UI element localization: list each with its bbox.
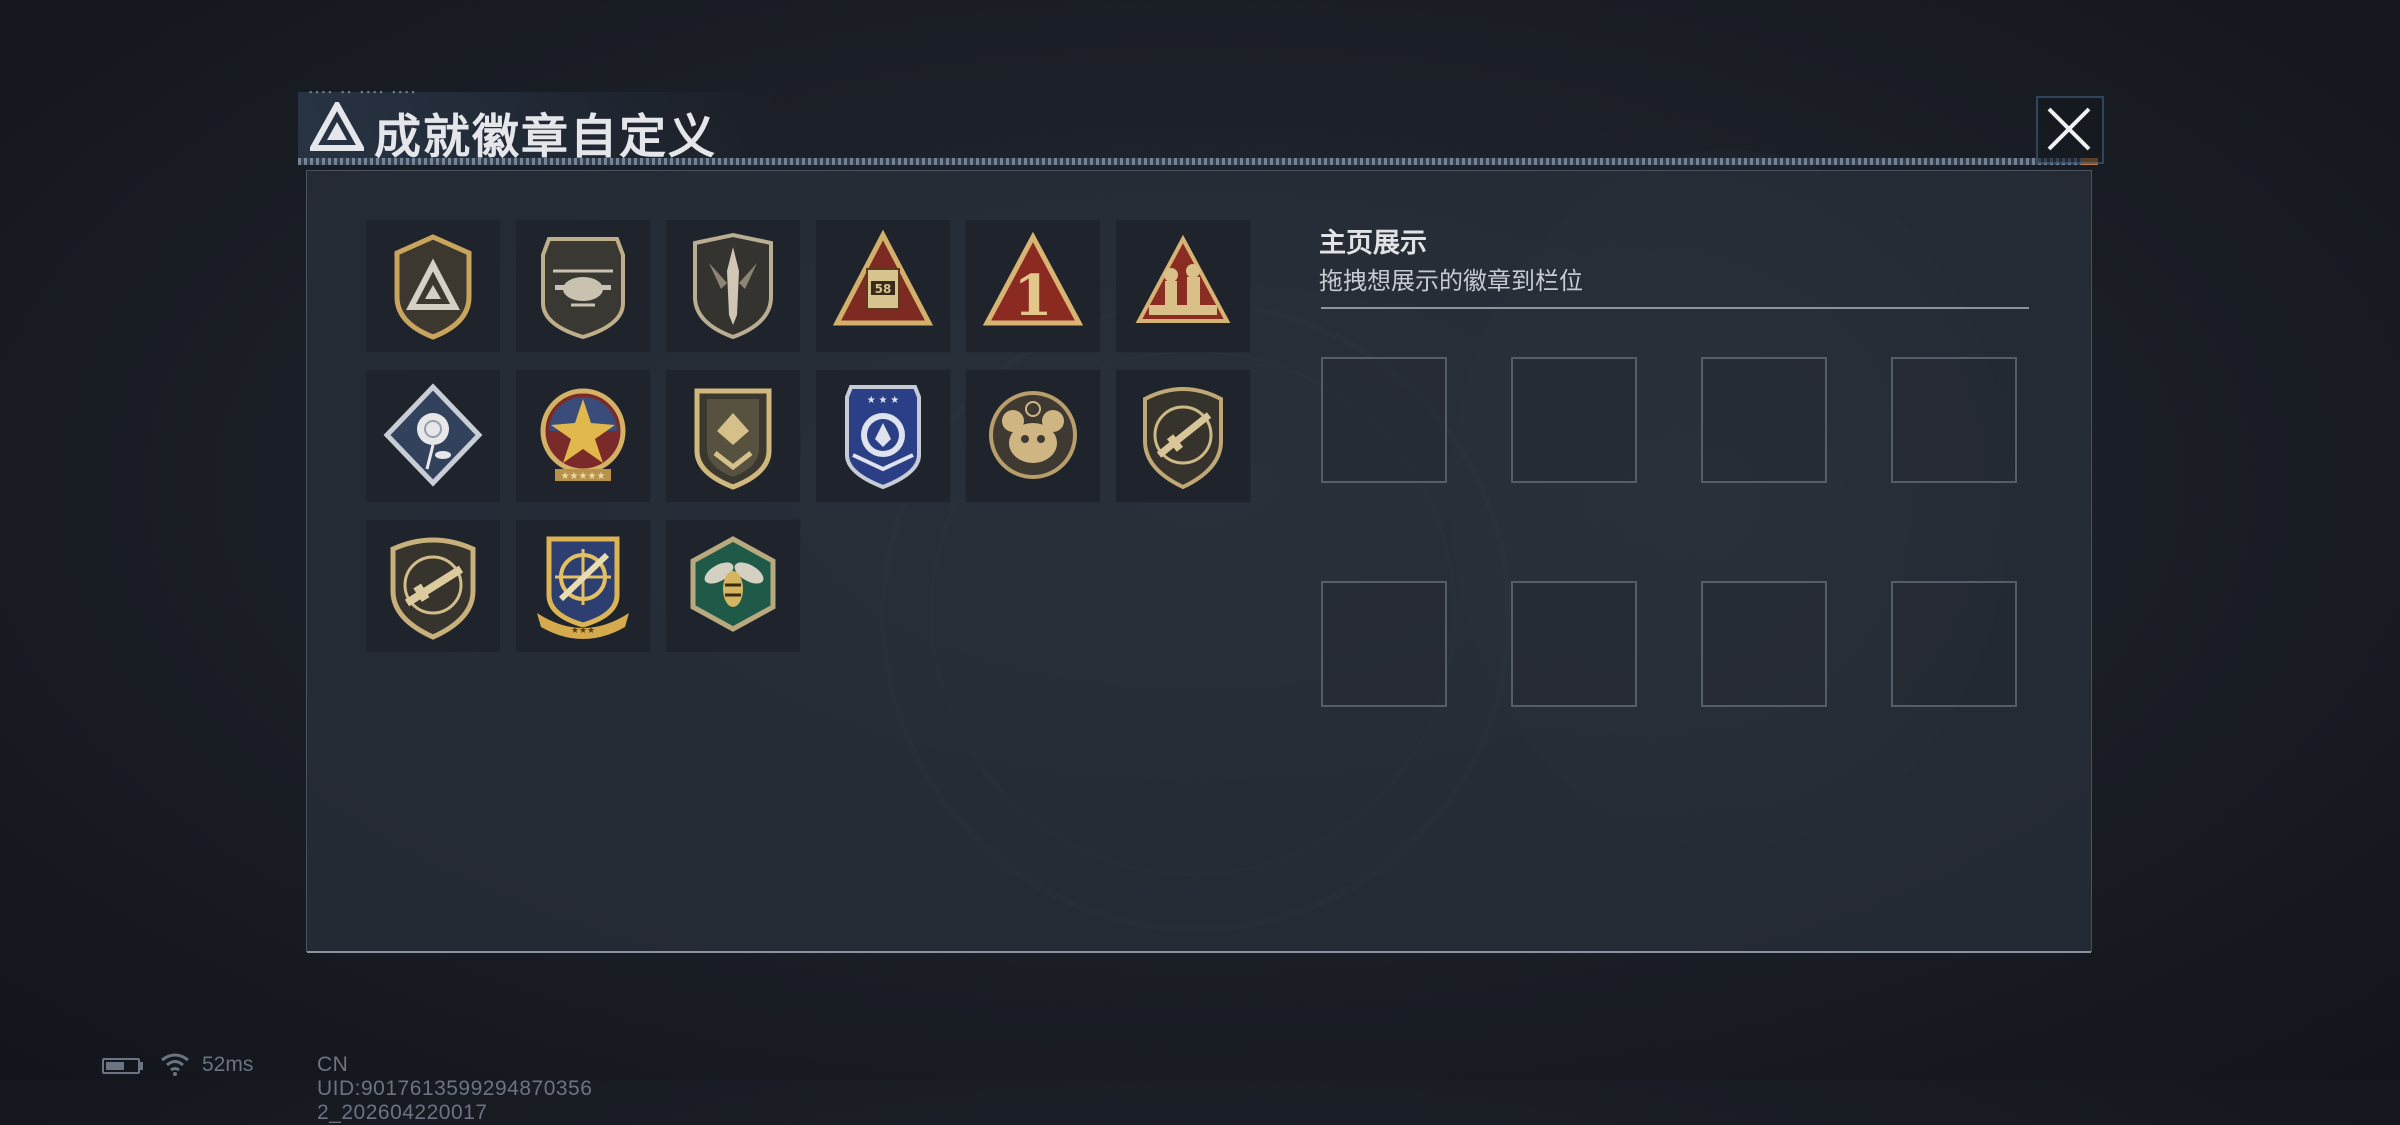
ping-label: 52ms <box>202 1053 254 1076</box>
crosshair-ribbon-badge-icon: ★★★ <box>537 536 629 639</box>
dialog-header: ▪▪▪▪ ▪▪ ▪▪▪▪ ▪▪▪▪ 成就徽章自定义 <box>298 88 2098 165</box>
svg-text:★ ★ ★: ★ ★ ★ <box>867 395 899 406</box>
rifle-crest-badge-icon <box>1143 387 1223 490</box>
showcase-slot-4[interactable] <box>1891 357 2017 483</box>
badge-bear-skull[interactable] <box>965 369 1101 503</box>
mech-badge-number: 58 <box>875 282 892 296</box>
badge-smg-crest[interactable] <box>365 519 501 653</box>
wifi-icon <box>161 1053 189 1076</box>
decorative-code-text: ▪▪▪▪ ▪▪ ▪▪▪▪ ▪▪▪▪ <box>308 88 417 98</box>
badge-blue-eagle[interactable]: ★ ★ ★ <box>815 369 951 503</box>
badge-helicopter-shield[interactable] <box>515 219 651 353</box>
showcase-slot-7[interactable] <box>1701 581 1827 707</box>
badge-triangle-shield[interactable] <box>365 219 501 353</box>
bear-skull-badge-icon <box>989 391 1077 479</box>
svg-text:★★★★★: ★★★★★ <box>561 471 606 482</box>
triangle-logo-icon <box>310 102 364 151</box>
badge-dagger-shield[interactable] <box>665 219 801 353</box>
badge-hornet-hexagon[interactable] <box>665 519 801 653</box>
rose-diamond-badge-icon <box>383 383 483 487</box>
star-compass-badge-icon: ★★★★★ <box>540 388 626 482</box>
badge-crosshair-ribbon[interactable]: ★★★ <box>515 519 651 653</box>
badge-soldiers-triangle[interactable] <box>1115 219 1251 353</box>
number-one-triangle-badge-icon: 1 <box>982 231 1084 329</box>
panel-bottom-line <box>307 951 2091 953</box>
close-button[interactable] <box>2036 96 2104 164</box>
showcase-slot-3[interactable] <box>1701 357 1827 483</box>
badge-customize-panel: 58 1 ★★★★★ ★ ★ ★ ★★★ 主页展示 拖拽想展示的徽章到栏位 <box>306 170 2092 953</box>
triangle-shield-badge-icon <box>394 234 472 340</box>
header-stripe <box>298 158 2098 165</box>
soldiers-triangle-badge-icon <box>1135 234 1231 323</box>
badge-number-one-triangle[interactable]: 1 <box>965 219 1101 353</box>
dagger-shield-badge-icon <box>693 232 773 340</box>
close-icon <box>2047 107 2091 151</box>
battery-tip <box>140 1062 143 1070</box>
blue-eagle-badge-icon: ★ ★ ★ <box>845 385 921 490</box>
smg-crest-badge-icon <box>390 537 476 640</box>
number-one-text: 1 <box>1014 263 1053 329</box>
svg-text:★★★: ★★★ <box>571 625 595 635</box>
showcase-slot-8[interactable] <box>1891 581 2017 707</box>
showcase-subtitle: 拖拽想展示的徽章到栏位 <box>1319 268 1583 295</box>
showcase-divider <box>1321 307 2029 309</box>
mech-triangle-badge-icon: 58 <box>832 229 934 326</box>
showcase-slot-5[interactable] <box>1321 581 1447 707</box>
hornet-hexagon-badge-icon <box>690 536 776 632</box>
battery-icon <box>102 1058 140 1074</box>
showcase-slot-2[interactable] <box>1511 357 1637 483</box>
uid-label: CN UID:9017613599294870356​2_20260422001… <box>317 1053 593 1124</box>
showcase-slot-6[interactable] <box>1511 581 1637 707</box>
showcase-slot-1[interactable] <box>1321 357 1447 483</box>
page-title: 成就徽章自定义 <box>374 110 717 165</box>
badge-chevron-shield[interactable] <box>665 369 801 503</box>
badge-rose-diamond[interactable] <box>365 369 501 503</box>
chevron-shield-badge-icon <box>694 388 772 490</box>
showcase-title: 主页展示 <box>1319 228 1427 258</box>
badge-star-compass[interactable]: ★★★★★ <box>515 369 651 503</box>
badge-mech-triangle[interactable]: 58 <box>815 219 951 353</box>
badge-rifle-crest[interactable] <box>1115 369 1251 503</box>
helicopter-shield-badge-icon <box>541 237 625 340</box>
